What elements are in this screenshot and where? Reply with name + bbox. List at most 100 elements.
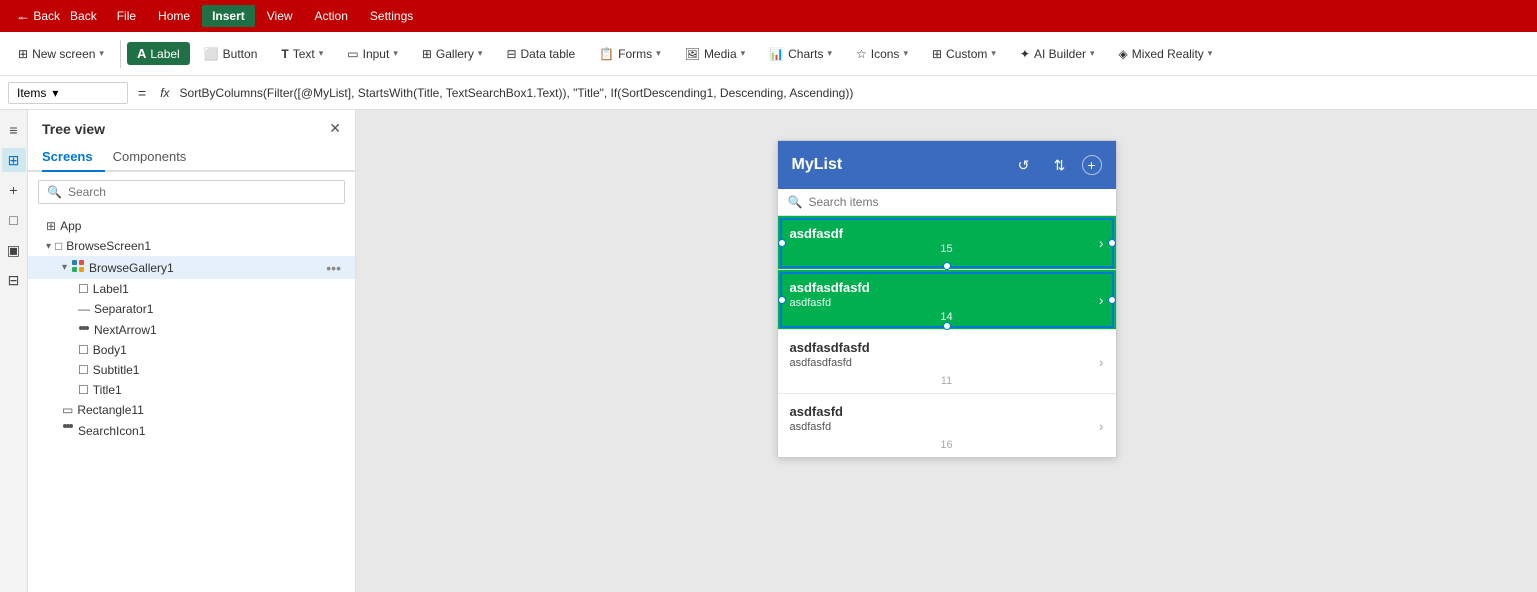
canvas-area: MyList ↺ ⇅ + 🔍 asdfasdf 15 [356,110,1537,592]
tree-search-input[interactable] [68,185,336,199]
gallery-item-title-1: asdfasdf [790,226,1104,241]
tree-item-browse-screen[interactable]: ▾ □ BrowseScreen1 [28,236,355,256]
gallery-item-3[interactable]: asdfasdfasfd asdfasdfasfd 11 › [778,330,1116,394]
input-label: Input [363,47,390,61]
text-chevron: ▾ [319,48,324,59]
datatable-button[interactable]: ⊟ Data table [496,43,585,65]
gallery-item-2[interactable]: asdfasdfasfd asdfasfd 14 › [778,270,1116,330]
menu-file[interactable]: File [107,5,146,27]
sidebar-icon-variables[interactable]: ⊟ [2,268,26,292]
tree-item-body1[interactable]: ☐ Body1 [28,340,355,360]
input-icon: ▭ [347,47,358,61]
button-label: Button [223,47,258,61]
sidebar-icon-data[interactable]: ▣ [2,238,26,262]
button-icon: ⬜ [204,47,219,61]
forms-button[interactable]: 📋 Forms ▾ [589,43,670,65]
mylist-add-button[interactable]: + [1082,155,1102,175]
mylist-refresh-button[interactable]: ↺ [1010,151,1038,179]
gallery-tree-icon [71,259,85,276]
rect11-icon: ▭ [62,403,73,417]
menu-action[interactable]: Action [305,5,358,27]
gallery-expand[interactable]: ▾ [62,262,67,273]
tree-item-title1[interactable]: ☐ Title1 [28,380,355,400]
tree-close-button[interactable]: ✕ [329,120,341,137]
tree-search-icon: 🔍 [47,185,62,199]
label1-icon: ☐ [78,282,89,296]
gallery-item-num-4: 16 [790,437,1104,453]
menu-settings[interactable]: Settings [360,5,423,27]
aibuilder-chevron: ▾ [1090,48,1095,59]
sidebar-icon-add[interactable]: + [2,178,26,202]
menu-home[interactable]: Home [148,5,200,27]
label-button[interactable]: A Label [127,42,190,65]
formula-input[interactable]: SortByColumns(Filter([@MyList], StartsWi… [180,86,1529,100]
gallery-item-subtitle-3: asdfasdfasfd [790,357,1104,369]
tree-item-browse-gallery[interactable]: ▾ BrowseGallery1 ••• [28,256,355,279]
back-button[interactable]: ← ← Back Back [8,5,105,27]
gallery-label: Gallery [436,47,474,61]
toolbar-separator-1 [120,40,121,68]
menu-insert[interactable]: Insert [202,5,255,27]
custom-button[interactable]: ⊞ Custom ▾ [922,43,1006,65]
mylist-title: MyList [792,156,1002,174]
tree-item-label-browse: BrowseScreen1 [66,239,341,253]
mylist-panel: MyList ↺ ⇅ + 🔍 asdfasdf 15 [777,140,1117,458]
mylist-search-input[interactable] [808,195,1105,209]
gallery-item-wrapper-1: asdfasdf 15 › [778,216,1116,270]
formula-dropdown-label: Items [17,86,46,100]
new-screen-icon: ⊞ [18,47,28,61]
forms-icon: 📋 [599,47,614,61]
tree-search[interactable]: 🔍 [38,180,345,204]
button-button[interactable]: ⬜ Button [194,43,268,65]
mylist-sort-button[interactable]: ⇅ [1046,151,1074,179]
gallery-icon: ⊞ [422,47,432,61]
icons-button[interactable]: ☆ Icons ▾ [846,43,918,65]
gallery-item-subtitle-2: asdfasfd [790,297,1104,309]
new-screen-chevron: ▾ [99,48,104,59]
charts-chevron: ▾ [827,48,832,59]
tab-components[interactable]: Components [113,143,199,170]
gallery-arrow-3: › [1099,354,1104,370]
sidebar-icon-components[interactable]: □ [2,208,26,232]
title1-icon: ☐ [78,383,89,397]
tree-item-label1[interactable]: ☐ Label1 [28,279,355,299]
mixedreality-icon: ◈ [1119,47,1128,61]
media-chevron: ▾ [741,48,746,59]
menu-bar: ← ← Back Back File Home Insert View Acti… [0,0,1537,32]
aibuilder-button[interactable]: ✦ AI Builder ▾ [1010,43,1105,65]
tree-item-rect11[interactable]: ▭ Rectangle11 [28,400,355,420]
text-label: Text [293,47,315,61]
mixedreality-button[interactable]: ◈ Mixed Reality ▾ [1109,43,1223,65]
gallery-button[interactable]: ⊞ Gallery ▾ [412,43,493,65]
sidebar-icon-menu[interactable]: ≡ [2,118,26,142]
toolbar: ⊞ New screen ▾ A Label ⬜ Button T Text ▾… [0,32,1537,76]
media-button[interactable]: 🖼 Media ▾ [675,43,755,65]
tree-item-more-gallery[interactable]: ••• [326,260,341,276]
new-screen-button[interactable]: ⊞ New screen ▾ [8,43,114,65]
tree-item-searchicon1[interactable]: SearchIcon1 [28,420,355,441]
tree-item-app[interactable]: ⊞ App [28,216,355,236]
tree-item-subtitle1[interactable]: ☐ Subtitle1 [28,360,355,380]
menu-view[interactable]: View [257,5,303,27]
charts-icon: 📊 [769,47,784,61]
mylist-search-bar[interactable]: 🔍 [778,189,1116,216]
tree-item-label-sep1: Separator1 [94,302,341,316]
tree-item-separator1[interactable]: — Separator1 [28,299,355,319]
main-area: ≡ ⊞ + □ ▣ ⊟ Tree view ✕ Screens Componen… [0,110,1537,592]
tree-item-nextarrow1[interactable]: NextArrow1 [28,319,355,340]
formula-dropdown[interactable]: Items ▾ [8,82,128,104]
body1-icon: ☐ [78,343,89,357]
charts-label: Charts [788,47,823,61]
browse-screen-expand[interactable]: ▾ [46,241,51,252]
gallery-item-1[interactable]: asdfasdf 15 › [778,216,1116,270]
tree-item-label-gallery: BrowseGallery1 [89,261,322,275]
sidebar-icon-layers[interactable]: ⊞ [2,148,26,172]
input-button[interactable]: ▭ Input ▾ [337,43,408,65]
tab-screens[interactable]: Screens [42,143,105,172]
forms-label: Forms [618,47,652,61]
text-button[interactable]: T Text ▾ [271,43,333,65]
charts-button[interactable]: 📊 Charts ▾ [759,43,842,65]
gallery-item-4[interactable]: asdfasfd asdfasfd 16 › [778,394,1116,457]
mixedreality-chevron: ▾ [1208,48,1213,59]
mixedreality-label: Mixed Reality [1132,47,1204,61]
